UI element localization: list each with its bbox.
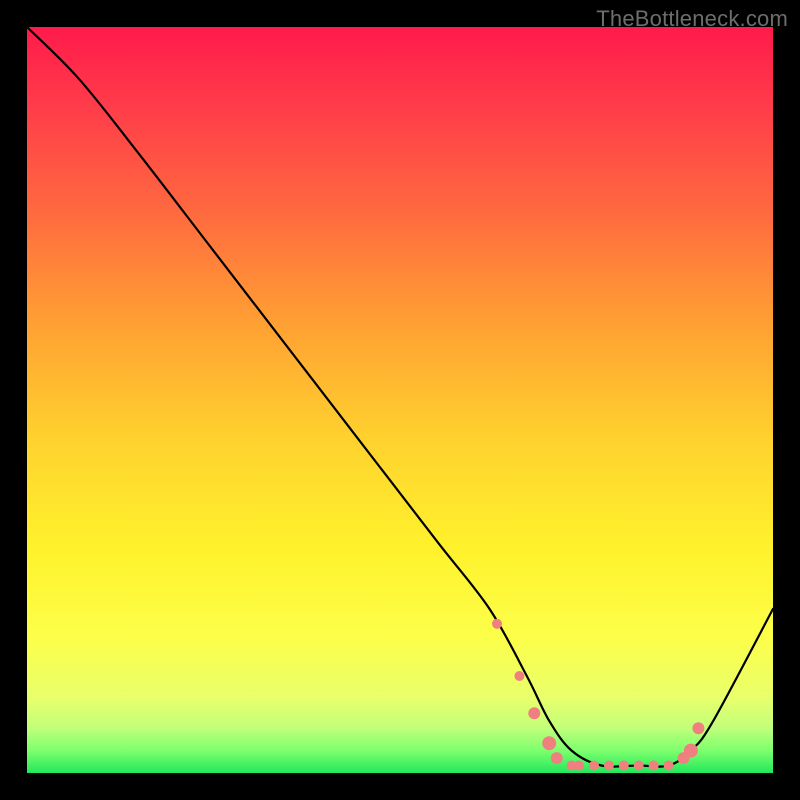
curve-markers [492,619,704,771]
watermark-text: TheBottleneck.com [596,6,788,32]
chart-svg [27,27,773,773]
curve-marker [634,761,644,771]
curve-marker [542,736,556,750]
bottleneck-curve [27,27,773,767]
curve-marker [649,761,659,771]
curve-layer [27,27,773,767]
curve-marker [514,671,524,681]
curve-marker [528,707,540,719]
curve-marker [604,761,614,771]
curve-marker [684,744,698,758]
chart-stage: TheBottleneck.com [0,0,800,800]
curve-marker [551,752,563,764]
curve-marker [492,619,502,629]
curve-marker [589,761,599,771]
curve-marker [574,761,584,771]
curve-marker [692,722,704,734]
curve-marker [664,761,674,771]
curve-marker [619,761,629,771]
